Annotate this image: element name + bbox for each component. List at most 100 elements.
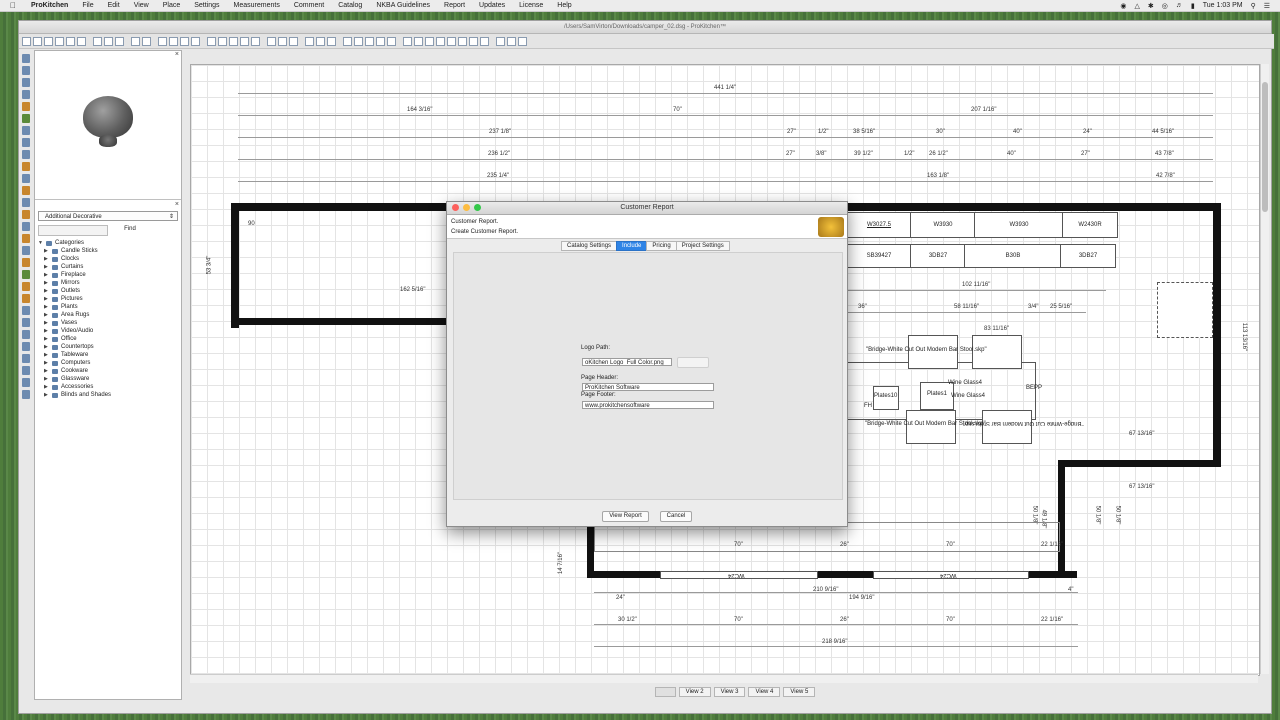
tree-item[interactable]: ▶ Countertops (38, 343, 178, 351)
tab-view-1[interactable] (655, 687, 676, 697)
logo-path-field[interactable]: oKitchen Logo_Full Color.png (582, 358, 672, 366)
tree-root[interactable]: ▼ Categories (38, 239, 178, 247)
arc-icon[interactable] (22, 342, 30, 351)
floor-icon[interactable] (22, 234, 30, 243)
expand-down-icon[interactable]: ▼ (38, 239, 46, 247)
sink-icon[interactable] (22, 174, 30, 183)
tree-item[interactable]: ▶ Glassware (38, 375, 178, 383)
cabinet-w3027[interactable]: W3027.5 (846, 212, 912, 238)
cancel-button[interactable]: Cancel (660, 511, 692, 522)
view-3d-icon[interactable] (343, 36, 352, 46)
zoom-extents-icon[interactable] (191, 36, 200, 46)
plant[interactable] (1157, 282, 1213, 338)
tab-view-3[interactable]: View 3 (713, 687, 746, 697)
snap-icon[interactable] (507, 36, 516, 46)
vertical-scroll-thumb[interactable] (1262, 82, 1268, 212)
tree-item[interactable]: ▶ Plants (38, 303, 178, 311)
countertop-icon[interactable] (22, 162, 30, 171)
copy-view-icon[interactable] (403, 36, 412, 46)
cabinet-w3930-b[interactable]: W3930 (974, 212, 1064, 238)
select-icon[interactable] (207, 36, 216, 46)
wall-tool-icon[interactable] (22, 78, 30, 87)
menu-comment[interactable]: Comment (287, 2, 331, 9)
page-header-field[interactable]: ProKitchen Software (582, 383, 714, 391)
cabinet-3db27-b[interactable]: 3DB27 (1060, 244, 1116, 268)
cabinet-icon[interactable] (22, 102, 30, 111)
tree-item[interactable]: ▶ Outlets (38, 287, 178, 295)
print-preview-icon[interactable] (169, 36, 178, 46)
pencil-icon[interactable] (22, 54, 30, 63)
new-icon[interactable] (22, 36, 31, 46)
material-icon[interactable] (480, 36, 489, 46)
search-icon[interactable]: ⚲ (1251, 2, 1256, 10)
list-icon[interactable]: ☰ (1264, 2, 1270, 10)
expand-right-icon[interactable]: ▶ (44, 319, 52, 327)
tree-item[interactable]: ▶ Clocks (38, 255, 178, 263)
expand-right-icon[interactable]: ▶ (44, 311, 52, 319)
expand-right-icon[interactable]: ▶ (44, 359, 52, 367)
zoom-window-icon[interactable] (180, 36, 189, 46)
bar-stool[interactable] (906, 410, 956, 444)
page-footer-field[interactable]: www.prokitchensoftware (582, 401, 714, 409)
find-button[interactable]: Find (111, 225, 149, 234)
menu-place[interactable]: Place (156, 2, 188, 9)
flip-icon[interactable] (22, 378, 30, 387)
text-icon[interactable] (22, 222, 30, 231)
tree-item[interactable]: ▶ Video/Audio (38, 327, 178, 335)
align-icon[interactable] (278, 36, 287, 46)
notification-icon[interactable]: △ (1135, 2, 1140, 10)
appliance-icon[interactable] (22, 114, 30, 123)
menu-nkba[interactable]: NKBA Guidelines (369, 2, 437, 9)
expand-right-icon[interactable]: ▶ (44, 335, 52, 343)
render-icon[interactable] (365, 36, 374, 46)
wall[interactable] (239, 318, 449, 325)
minimize-button[interactable] (463, 204, 470, 211)
close-icon[interactable]: × (175, 201, 179, 208)
save-as-icon[interactable] (66, 36, 75, 46)
copy-icon[interactable] (104, 36, 113, 46)
expand-right-icon[interactable]: ▶ (44, 391, 52, 399)
volume-icon[interactable]: ♬ (1176, 2, 1183, 9)
close-icon[interactable]: × (175, 51, 179, 58)
settings-icon[interactable] (447, 36, 456, 46)
walkthrough-icon[interactable] (387, 36, 396, 46)
tab-view-2[interactable]: View 2 (678, 687, 711, 697)
zoom-in-icon[interactable] (229, 36, 238, 46)
expand-right-icon[interactable]: ▶ (44, 295, 52, 303)
tab-view-4[interactable]: View 4 (748, 687, 781, 697)
dimension-vertical-icon[interactable] (22, 318, 30, 327)
menu-updates[interactable]: Updates (472, 2, 512, 9)
save-icon[interactable] (55, 36, 64, 46)
dimension-icon[interactable] (22, 306, 30, 315)
expand-right-icon[interactable]: ▶ (44, 343, 52, 351)
expand-right-icon[interactable]: ▶ (44, 279, 52, 287)
wall[interactable] (1058, 460, 1221, 467)
tree-item[interactable]: ▶ Cookware (38, 367, 178, 375)
decor-icon[interactable] (22, 210, 30, 219)
expand-right-icon[interactable]: ▶ (44, 247, 52, 255)
open-icon[interactable] (33, 36, 42, 46)
status-icon[interactable]: ◉ (1120, 2, 1126, 10)
window-icon[interactable] (327, 36, 336, 46)
menu-file[interactable]: File (75, 2, 100, 9)
layers-icon[interactable] (267, 36, 276, 46)
tree-item[interactable]: ▶ Tableware (38, 351, 178, 359)
cabinet-w2430r[interactable]: W2430R (1062, 212, 1118, 238)
close-button[interactable] (452, 204, 459, 211)
browse-button[interactable] (677, 357, 709, 368)
tree-item[interactable]: ▶ Candle Sticks (38, 247, 178, 255)
tab-catalog-settings[interactable]: Catalog Settings (561, 241, 618, 251)
cabinet-sb39427[interactable]: SB39427 (846, 244, 912, 268)
menu-report[interactable]: Report (437, 2, 472, 9)
wall[interactable] (231, 203, 449, 211)
tree-item[interactable]: ▶ Accessories (38, 383, 178, 391)
door-tool-icon[interactable] (22, 126, 30, 135)
grid-icon[interactable] (496, 36, 505, 46)
rotate-icon[interactable] (218, 36, 227, 46)
catalog-icon[interactable] (458, 36, 467, 46)
panel-icon[interactable] (22, 294, 30, 303)
cabinet-3db27-a[interactable]: 3DB27 (910, 244, 966, 268)
expand-right-icon[interactable]: ▶ (44, 255, 52, 263)
window-tool-icon[interactable] (22, 138, 30, 147)
expand-right-icon[interactable]: ▶ (44, 383, 52, 391)
